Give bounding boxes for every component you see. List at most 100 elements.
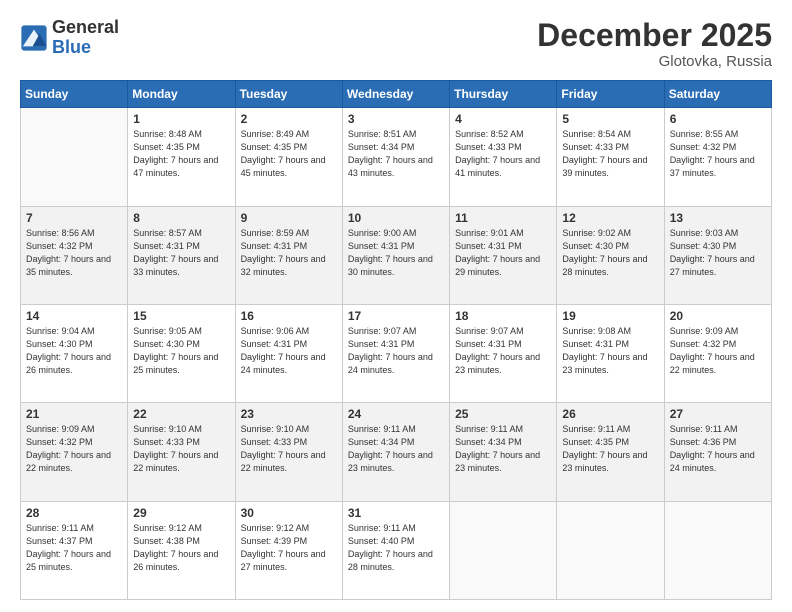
day-info: Sunrise: 9:11 AMSunset: 4:35 PMDaylight:… (562, 423, 658, 475)
day-info: Sunrise: 9:09 AMSunset: 4:32 PMDaylight:… (26, 423, 122, 475)
day-number: 19 (562, 309, 658, 323)
table-row: 18 Sunrise: 9:07 AMSunset: 4:31 PMDayligh… (450, 304, 557, 402)
table-row: 17 Sunrise: 9:07 AMSunset: 4:31 PMDayligh… (342, 304, 449, 402)
day-info: Sunrise: 9:11 AMSunset: 4:34 PMDaylight:… (348, 423, 444, 475)
table-row: 10 Sunrise: 9:00 AMSunset: 4:31 PMDayligh… (342, 206, 449, 304)
table-row: 19 Sunrise: 9:08 AMSunset: 4:31 PMDayligh… (557, 304, 664, 402)
day-info: Sunrise: 9:10 AMSunset: 4:33 PMDaylight:… (241, 423, 337, 475)
col-thursday: Thursday (450, 81, 557, 108)
day-number: 28 (26, 506, 122, 520)
day-number: 18 (455, 309, 551, 323)
day-number: 29 (133, 506, 229, 520)
table-row: 31 Sunrise: 9:11 AMSunset: 4:40 PMDayligh… (342, 501, 449, 599)
day-number: 30 (241, 506, 337, 520)
table-row: 21 Sunrise: 9:09 AMSunset: 4:32 PMDayligh… (21, 403, 128, 501)
logo: General Blue (20, 18, 119, 58)
month-title: December 2025 (537, 18, 772, 53)
table-row (21, 108, 128, 206)
col-tuesday: Tuesday (235, 81, 342, 108)
col-sunday: Sunday (21, 81, 128, 108)
title-block: December 2025 Glotovka, Russia (537, 18, 772, 70)
table-row: 3 Sunrise: 8:51 AMSunset: 4:34 PMDaylight… (342, 108, 449, 206)
calendar-header-row: Sunday Monday Tuesday Wednesday Thursday… (21, 81, 772, 108)
day-info: Sunrise: 9:11 AMSunset: 4:40 PMDaylight:… (348, 522, 444, 574)
table-row: 23 Sunrise: 9:10 AMSunset: 4:33 PMDayligh… (235, 403, 342, 501)
day-info: Sunrise: 8:59 AMSunset: 4:31 PMDaylight:… (241, 227, 337, 279)
day-info: Sunrise: 9:10 AMSunset: 4:33 PMDaylight:… (133, 423, 229, 475)
table-row: 20Sunrise: 9:09 AMSunset: 4:32 PMDayligh… (664, 304, 771, 402)
day-number: 4 (455, 112, 551, 126)
day-info: Sunrise: 9:07 AMSunset: 4:31 PMDaylight:… (348, 325, 444, 377)
day-number: 7 (26, 211, 122, 225)
table-row: 4 Sunrise: 8:52 AMSunset: 4:33 PMDaylight… (450, 108, 557, 206)
day-number: 31 (348, 506, 444, 520)
table-row: 24 Sunrise: 9:11 AMSunset: 4:34 PMDayligh… (342, 403, 449, 501)
day-number: 22 (133, 407, 229, 421)
table-row: 6 Sunrise: 8:55 AMSunset: 4:32 PMDaylight… (664, 108, 771, 206)
col-monday: Monday (128, 81, 235, 108)
table-row: 16 Sunrise: 9:06 AMSunset: 4:31 PMDayligh… (235, 304, 342, 402)
day-info: Sunrise: 9:01 AMSunset: 4:31 PMDaylight:… (455, 227, 551, 279)
day-info: Sunrise: 9:05 AMSunset: 4:30 PMDaylight:… (133, 325, 229, 377)
day-info: Sunrise: 9:11 AMSunset: 4:37 PMDaylight:… (26, 522, 122, 574)
table-row: 22 Sunrise: 9:10 AMSunset: 4:33 PMDayligh… (128, 403, 235, 501)
day-info: Sunrise: 8:48 AMSunset: 4:35 PMDaylight:… (133, 128, 229, 180)
table-row: 25Sunrise: 9:11 AMSunset: 4:34 PMDayligh… (450, 403, 557, 501)
col-friday: Friday (557, 81, 664, 108)
day-info: Sunrise: 8:54 AMSunset: 4:33 PMDaylight:… (562, 128, 658, 180)
table-row (664, 501, 771, 599)
day-number: 16 (241, 309, 337, 323)
day-info: Sunrise: 9:07 AMSunset: 4:31 PMDaylight:… (455, 325, 551, 377)
table-row: 29Sunrise: 9:12 AMSunset: 4:38 PMDayligh… (128, 501, 235, 599)
day-number: 11 (455, 211, 551, 225)
table-row: 11 Sunrise: 9:01 AMSunset: 4:31 PMDayligh… (450, 206, 557, 304)
day-number: 21 (26, 407, 122, 421)
table-row: 14 Sunrise: 9:04 AMSunset: 4:30 PMDayligh… (21, 304, 128, 402)
day-number: 3 (348, 112, 444, 126)
day-info: Sunrise: 8:52 AMSunset: 4:33 PMDaylight:… (455, 128, 551, 180)
day-number: 27 (670, 407, 766, 421)
day-info: Sunrise: 9:04 AMSunset: 4:30 PMDaylight:… (26, 325, 122, 377)
day-number: 14 (26, 309, 122, 323)
day-number: 5 (562, 112, 658, 126)
header: General Blue December 2025 Glotovka, Rus… (20, 18, 772, 70)
logo-icon (20, 24, 48, 52)
day-number: 8 (133, 211, 229, 225)
page: General Blue December 2025 Glotovka, Rus… (0, 0, 792, 612)
day-info: Sunrise: 9:08 AMSunset: 4:31 PMDaylight:… (562, 325, 658, 377)
day-number: 6 (670, 112, 766, 126)
table-row: 28 Sunrise: 9:11 AMSunset: 4:37 PMDayligh… (21, 501, 128, 599)
day-info: Sunrise: 8:55 AMSunset: 4:32 PMDaylight:… (670, 128, 766, 180)
day-info: Sunrise: 9:11 AMSunset: 4:36 PMDaylight:… (670, 423, 766, 475)
day-number: 10 (348, 211, 444, 225)
day-info: Sunrise: 9:06 AMSunset: 4:31 PMDaylight:… (241, 325, 337, 377)
day-info: Sunrise: 9:03 AMSunset: 4:30 PMDaylight:… (670, 227, 766, 279)
table-row: 7Sunrise: 8:56 AMSunset: 4:32 PMDaylight… (21, 206, 128, 304)
table-row: 26Sunrise: 9:11 AMSunset: 4:35 PMDayligh… (557, 403, 664, 501)
table-row: 15Sunrise: 9:05 AMSunset: 4:30 PMDayligh… (128, 304, 235, 402)
table-row: 8 Sunrise: 8:57 AMSunset: 4:31 PMDaylight… (128, 206, 235, 304)
table-row: 1Sunrise: 8:48 AMSunset: 4:35 PMDaylight… (128, 108, 235, 206)
day-number: 9 (241, 211, 337, 225)
day-info: Sunrise: 8:51 AMSunset: 4:34 PMDaylight:… (348, 128, 444, 180)
day-info: Sunrise: 8:57 AMSunset: 4:31 PMDaylight:… (133, 227, 229, 279)
table-row (450, 501, 557, 599)
table-row: 27 Sunrise: 9:11 AMSunset: 4:36 PMDayligh… (664, 403, 771, 501)
day-number: 20 (670, 309, 766, 323)
day-number: 24 (348, 407, 444, 421)
logo-blue-text: Blue (52, 38, 119, 58)
logo-text: General Blue (52, 18, 119, 58)
table-row: 12Sunrise: 9:02 AMSunset: 4:30 PMDayligh… (557, 206, 664, 304)
day-info: Sunrise: 9:00 AMSunset: 4:31 PMDaylight:… (348, 227, 444, 279)
location: Glotovka, Russia (537, 53, 772, 70)
day-number: 23 (241, 407, 337, 421)
day-info: Sunrise: 8:49 AMSunset: 4:35 PMDaylight:… (241, 128, 337, 180)
day-number: 2 (241, 112, 337, 126)
table-row: 2 Sunrise: 8:49 AMSunset: 4:35 PMDaylight… (235, 108, 342, 206)
col-wednesday: Wednesday (342, 81, 449, 108)
day-number: 17 (348, 309, 444, 323)
calendar-table: Sunday Monday Tuesday Wednesday Thursday… (20, 80, 772, 600)
table-row: 30Sunrise: 9:12 AMSunset: 4:39 PMDayligh… (235, 501, 342, 599)
table-row (557, 501, 664, 599)
table-row: 9 Sunrise: 8:59 AMSunset: 4:31 PMDaylight… (235, 206, 342, 304)
